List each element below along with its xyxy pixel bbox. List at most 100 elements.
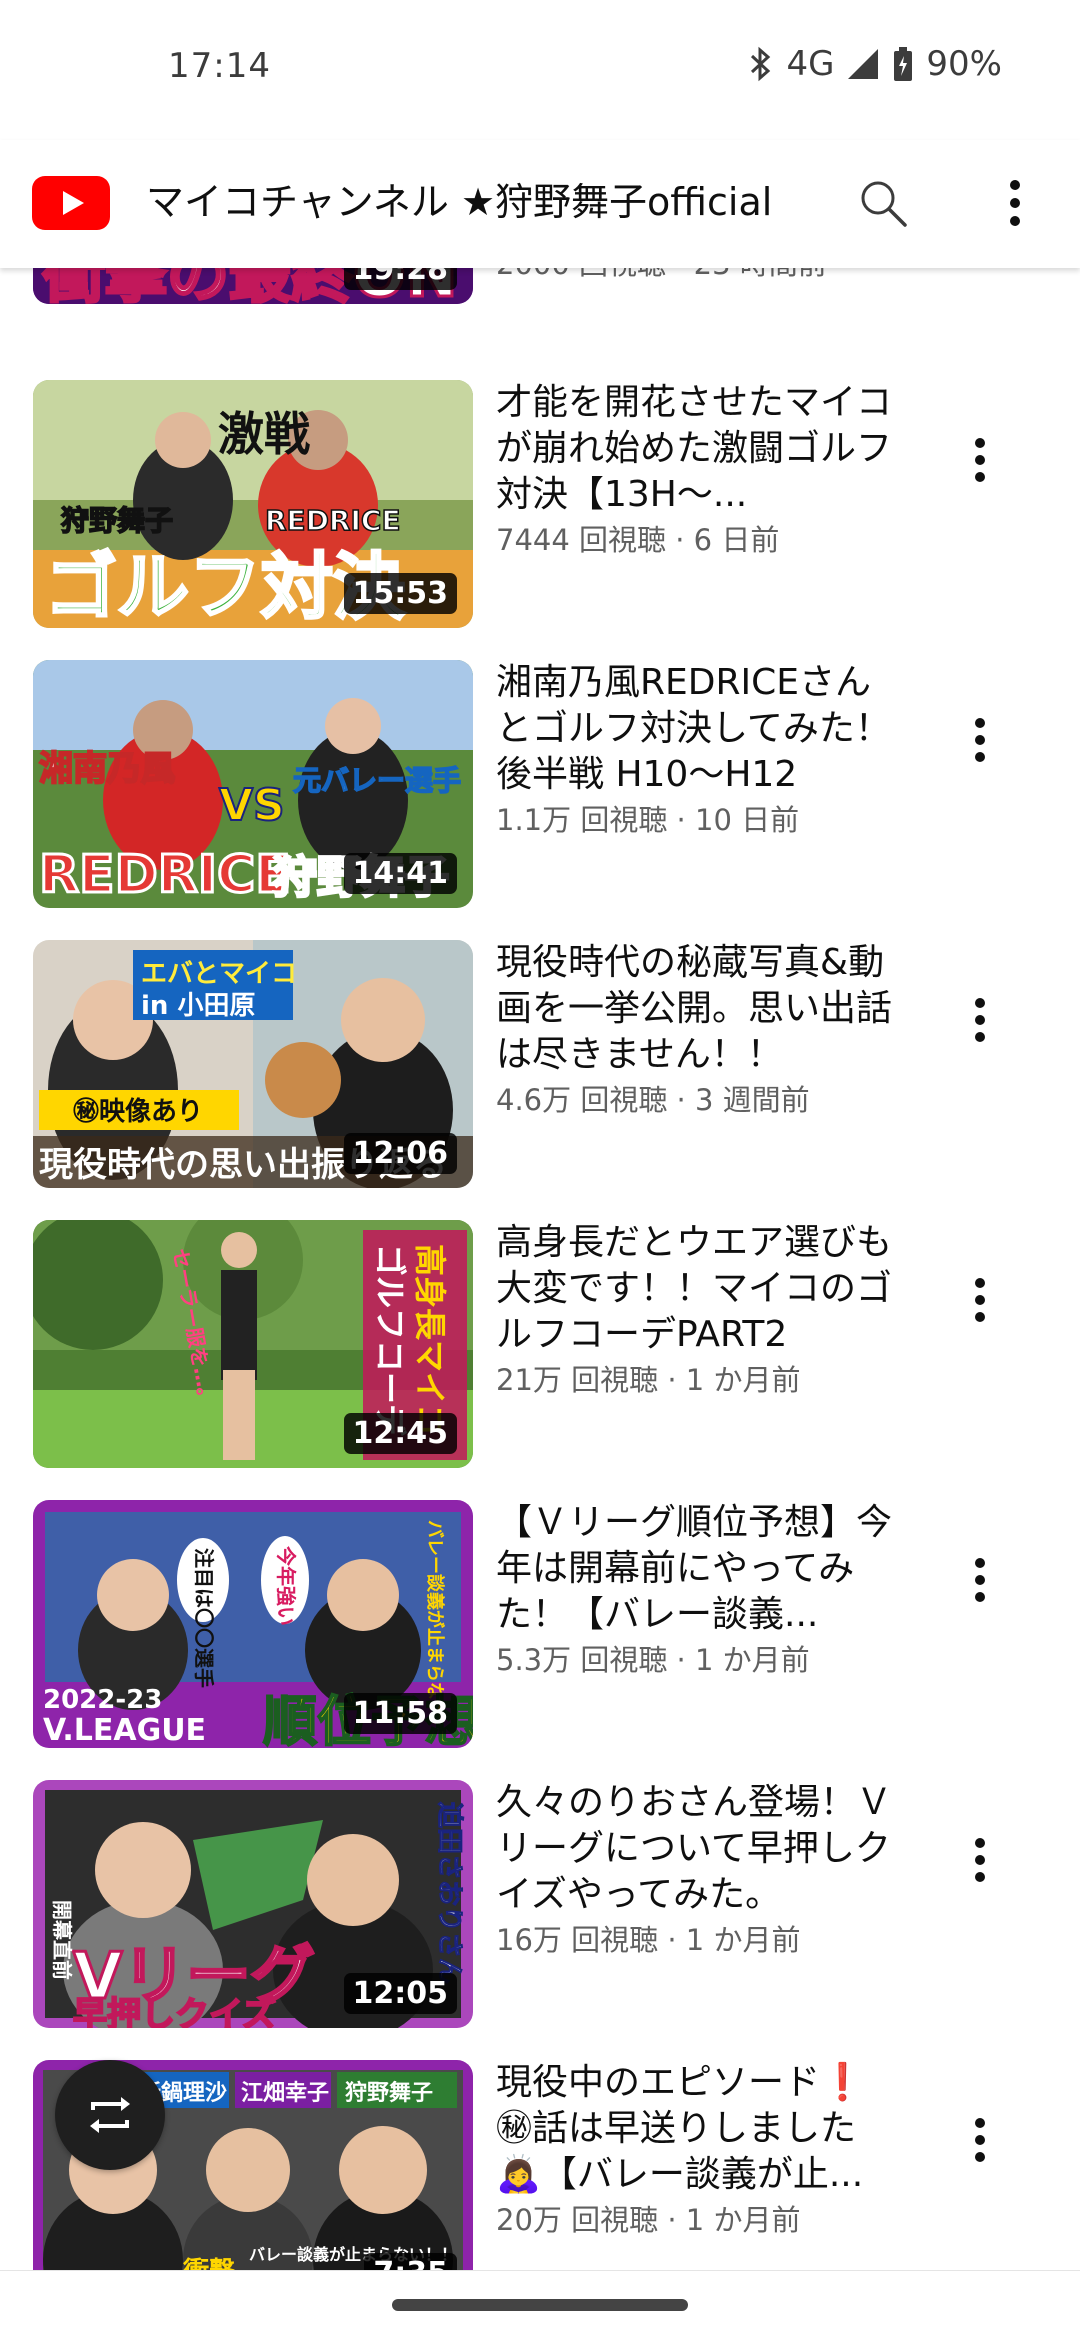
thumb-caption: 狩野舞子 xyxy=(345,2080,433,2106)
video-stats: 5.3万 回視聴 · 1 か月前 xyxy=(496,1643,810,1677)
video-stats: 20万 回視聴 · 1 か月前 xyxy=(496,2203,801,2237)
video-item[interactable]: 湘南乃風 VS 元バレー選手 REDRICE 狩野舞子 14:41 湘南乃風RE… xyxy=(0,660,1080,940)
video-thumbnail[interactable]: 迫田さおりさん Vリーグ 早押しクイズ 開幕直前 12:05 xyxy=(33,1780,473,2028)
video-meta: 現役中のエピソード❗㊙話は早送りしました🙇‍♀️【バレー談義が止... 20万 … xyxy=(496,2060,896,2240)
more-vert-icon xyxy=(975,718,985,762)
video-meta: 才能を開花させたマイコが崩れ始めた激闘ゴルフ対決【13H〜... 7444 回視… xyxy=(496,380,896,560)
thumb-caption: 高身長マイコ xyxy=(411,1244,449,1436)
thumb-caption: in 小田原 xyxy=(141,991,255,1021)
repeat-icon xyxy=(90,2097,130,2133)
home-indicator[interactable] xyxy=(392,2299,688,2311)
video-meta: 湘南乃風REDRICEさんとゴルフ対決してみた！後半戦 H10〜H12 1.1万… xyxy=(496,660,896,840)
thumb-caption: 狩野舞子 xyxy=(61,504,173,537)
thumb-caption: VS xyxy=(219,780,285,831)
thumb-caption: ㊙映像あり xyxy=(73,1096,203,1127)
video-item[interactable]: エバとマイコ in 小田原 ㊙映像あり 現役時代の思い出振り返る 12:06 現… xyxy=(0,940,1080,1220)
more-vert-icon xyxy=(975,438,985,482)
video-meta: 現役時代の秘蔵写真&動画を一挙公開。思い出話は尽きません！！ 4.6万 回視聴 … xyxy=(496,940,896,1120)
more-options-button[interactable] xyxy=(980,168,1050,238)
channel-title: マイコチャンネル ★狩野舞子official xyxy=(146,180,773,224)
video-title[interactable]: 久々のりおさん登場！Ｖリーグについて早押しクイズやってみた。 xyxy=(496,1780,896,1918)
thumb-caption: 早押しクイズ xyxy=(73,1995,276,2028)
battery-percent: 90% xyxy=(926,44,1002,84)
video-item[interactable]: 激戦 狩野舞子 REDRICE ゴルフ対決 15:53 才能を開花させたマイコが… xyxy=(0,380,1080,660)
video-title[interactable]: 現役中のエピソード❗㊙話は早送りしました🙇‍♀️【バレー談義が止... xyxy=(496,2060,896,2198)
video-more-button[interactable] xyxy=(950,1820,1010,1900)
video-duration: 11:58 xyxy=(343,1693,457,1734)
more-vert-icon xyxy=(975,998,985,1042)
video-stats: 2000 回視聴 · 23 時間前 xyxy=(496,268,896,284)
video-meta: 【Ｖリーグ順位予想】今年は開幕前にやってみた！【バレー談義... 5.3万 回視… xyxy=(496,1500,896,1680)
more-vert-icon xyxy=(975,1838,985,1882)
video-duration: 12:45 xyxy=(343,1413,457,1454)
thumb-caption: V.LEAGUE xyxy=(43,1713,206,1748)
video-duration: 15:53 xyxy=(343,573,457,614)
thumb-caption: 元バレー選手 xyxy=(293,764,461,797)
thumb-caption: 迫田さおりさん xyxy=(434,1802,464,1984)
thumb-caption: ゴルフコーデ xyxy=(371,1244,409,1437)
video-stats: 1.1万 回視聴 · 10 日前 xyxy=(496,803,800,837)
video-duration: 14:41 xyxy=(343,853,457,894)
battery-icon xyxy=(892,46,914,82)
thumb-caption: REDRICE xyxy=(39,845,291,905)
video-stats: 7444 回視聴 · 6 日前 xyxy=(496,523,780,557)
thumb-caption: エバとマイコ xyxy=(141,959,297,989)
video-more-button[interactable] xyxy=(950,2100,1010,2180)
youtube-logo[interactable] xyxy=(32,176,110,230)
repeat-button[interactable] xyxy=(55,2060,165,2170)
video-item[interactable]: 迫田さおりさん Vリーグ 早押しクイズ 開幕直前 12:05 久々のりおさん登場… xyxy=(0,1780,1080,2060)
video-duration: 19:28 xyxy=(343,268,457,290)
status-bar: 17:14 4G 90% xyxy=(0,0,1080,140)
search-icon xyxy=(861,181,907,227)
more-vert-icon xyxy=(975,2118,985,2162)
video-thumbnail[interactable]: 激戦 狩野舞子 REDRICE ゴルフ対決 15:53 xyxy=(33,380,473,628)
video-thumbnail[interactable]: 衝撃の最終ON 19:28 xyxy=(33,268,473,304)
more-vert-icon xyxy=(975,1558,985,1602)
thumb-caption: 注目は〇〇選手 xyxy=(192,1548,216,1688)
video-more-button[interactable] xyxy=(950,1540,1010,1620)
video-more-button[interactable] xyxy=(950,700,1010,780)
thumb-caption: 今年強い xyxy=(274,1546,298,1626)
signal-icon xyxy=(846,47,880,81)
video-title[interactable]: 現役時代の秘蔵写真&動画を一挙公開。思い出話は尽きません！！ xyxy=(496,940,896,1078)
thumb-caption: 激戦 xyxy=(218,407,310,461)
video-thumbnail[interactable]: 注目は〇〇選手 今年強い バレー談義が止まらない！ 2022-23 V.LEAG… xyxy=(33,1500,473,1748)
status-time: 17:14 xyxy=(168,46,271,86)
search-button[interactable] xyxy=(848,168,918,238)
more-vert-icon xyxy=(1010,180,1020,226)
video-duration: 7:35 xyxy=(364,2253,457,2270)
gesture-bar xyxy=(0,2270,1080,2340)
video-meta: 久々のりおさん登場！Ｖリーグについて早押しクイズやってみた。 16万 回視聴 ·… xyxy=(496,1780,896,1960)
video-more-button[interactable] xyxy=(950,980,1010,1060)
video-stats: 16万 回視聴 · 1 か月前 xyxy=(496,1923,801,1957)
network-type: 4G xyxy=(786,44,835,84)
video-title[interactable]: 高身長だとウエア選びも大変です！！マイコのゴルフコーデPART2 xyxy=(496,1220,896,1358)
video-more-button[interactable] xyxy=(950,420,1010,500)
thumb-caption: 湘南乃風 xyxy=(39,749,175,789)
thumb-caption: 衝撃 xyxy=(182,2257,235,2270)
thumb-caption: 江畑幸子 xyxy=(241,2080,329,2106)
more-vert-icon xyxy=(975,1278,985,1322)
app-bar: マイコチャンネル ★狩野舞子official xyxy=(0,140,1080,268)
bluetooth-icon xyxy=(748,46,774,82)
video-more-button[interactable] xyxy=(950,1260,1010,1340)
thumb-caption: 2022-23 xyxy=(43,1685,162,1715)
video-duration: 12:06 xyxy=(343,1133,457,1174)
video-stats: 21万 回視聴 · 1 か月前 xyxy=(496,1363,801,1397)
video-item[interactable]: 注目は〇〇選手 今年強い バレー談義が止まらない！ 2022-23 V.LEAG… xyxy=(0,1500,1080,1780)
status-icons: 4G 90% xyxy=(748,44,1002,84)
thumb-caption: 開幕直前 xyxy=(50,1900,74,1980)
video-duration: 12:05 xyxy=(343,1973,457,2014)
video-item-partial[interactable]: 衝撃の最終ON 19:28 2000 回視聴 · 23 時間前 xyxy=(0,268,1080,336)
video-thumbnail[interactable]: エバとマイコ in 小田原 ㊙映像あり 現役時代の思い出振り返る 12:06 xyxy=(33,940,473,1188)
video-thumbnail[interactable]: 湘南乃風 VS 元バレー選手 REDRICE 狩野舞子 14:41 xyxy=(33,660,473,908)
video-title[interactable]: 【Ｖリーグ順位予想】今年は開幕前にやってみた！【バレー談義... xyxy=(496,1500,896,1638)
video-item[interactable]: 新鍋理沙 江畑幸子 狩野舞子 衝撃 バレー談義が止まらない！！ 7:35 現役中… xyxy=(0,2060,1080,2270)
video-item[interactable]: 高身長マイコ ゴルフコーデ セーラー服を…。 12:45 高身長だとウエア選びも… xyxy=(0,1220,1080,1500)
video-meta: 高身長だとウエア選びも大変です！！マイコのゴルフコーデPART2 21万 回視聴… xyxy=(496,1220,896,1400)
video-feed[interactable]: 衝撃の最終ON 19:28 2000 回視聴 · 23 時間前 激戦 狩野舞子 … xyxy=(0,268,1080,2270)
video-title[interactable]: 湘南乃風REDRICEさんとゴルフ対決してみた！後半戦 H10〜H12 xyxy=(496,660,896,798)
video-meta: 2000 回視聴 · 23 時間前 xyxy=(496,268,896,284)
video-title[interactable]: 才能を開花させたマイコが崩れ始めた激闘ゴルフ対決【13H〜... xyxy=(496,380,896,518)
video-thumbnail[interactable]: 高身長マイコ ゴルフコーデ セーラー服を…。 12:45 xyxy=(33,1220,473,1468)
